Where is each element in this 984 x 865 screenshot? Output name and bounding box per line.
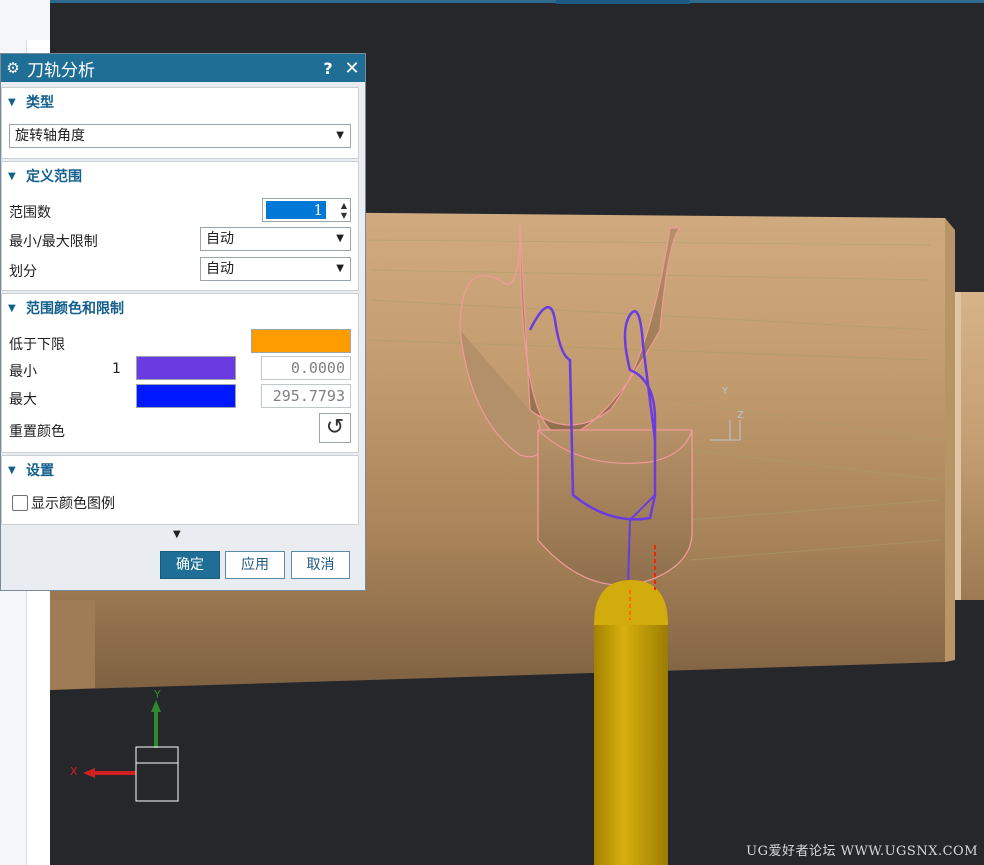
- expand-more-icon[interactable]: ▼: [173, 529, 181, 540]
- minmax-limit-value: 自动: [206, 231, 234, 247]
- show-legend-checkbox[interactable]: [12, 495, 28, 511]
- collapse-triangle-icon: ▼: [8, 96, 16, 108]
- reset-icon: ↺: [325, 415, 345, 440]
- below-limit-color-swatch[interactable]: [251, 329, 351, 353]
- range-section-title: 定义范围: [26, 169, 82, 185]
- division-label: 划分: [9, 264, 37, 280]
- type-section-header[interactable]: ▼ 类型: [2, 88, 358, 116]
- triad-y-label: Y: [154, 688, 161, 701]
- gear-icon: ⚙: [6, 59, 20, 77]
- triad-x-label: X: [70, 765, 78, 778]
- dropdown-arrow-icon: ▼: [336, 233, 344, 244]
- apply-button[interactable]: 应用: [225, 551, 285, 579]
- max-value-field[interactable]: 295.7793: [261, 384, 351, 408]
- colors-section-header[interactable]: ▼ 范围颜色和限制: [2, 294, 358, 322]
- ok-button[interactable]: 确定: [160, 551, 220, 579]
- spin-down-icon[interactable]: ▼: [341, 211, 347, 220]
- division-value: 自动: [206, 261, 234, 277]
- type-section-title: 类型: [26, 95, 54, 111]
- range-section-header[interactable]: ▼ 定义范围: [2, 162, 358, 190]
- settings-section-title: 设置: [26, 463, 54, 479]
- reset-colors-button[interactable]: ↺: [319, 413, 351, 443]
- settings-section-header[interactable]: ▼ 设置: [2, 456, 358, 484]
- help-button[interactable]: ?: [317, 59, 339, 78]
- dropdown-arrow-icon: ▼: [336, 130, 344, 141]
- collapse-triangle-icon: ▼: [8, 464, 16, 476]
- wcs-z-label: Z: [737, 410, 744, 421]
- min-color-swatch[interactable]: [136, 356, 236, 380]
- close-button[interactable]: ✕: [339, 58, 365, 79]
- type-select[interactable]: 旋转轴角度 ▼: [9, 124, 351, 148]
- min-value-field[interactable]: 0.0000: [261, 356, 351, 380]
- settings-section: ▼ 设置 显示颜色图例: [1, 455, 359, 525]
- toolpath-analysis-dialog: ⚙ 刀轨分析 ? ✕ ▼ 类型 旋转轴角度 ▼ ▼ 定义范围 范围数 1 ▲ ▼…: [0, 53, 366, 591]
- range-section: ▼ 定义范围 范围数 1 ▲ ▼ 最小/最大限制 自动 ▼ 划分 自动 ▼: [1, 161, 359, 291]
- cancel-button[interactable]: 取消: [291, 551, 350, 579]
- range-index: 1: [112, 361, 121, 377]
- wcs-y-label: Y: [722, 386, 729, 397]
- dialog-titlebar[interactable]: ⚙ 刀轨分析 ? ✕: [1, 54, 365, 82]
- minmax-limit-label: 最小/最大限制: [9, 234, 98, 250]
- range-count-spinner[interactable]: 1 ▲ ▼: [262, 198, 351, 222]
- collapse-triangle-icon: ▼: [8, 302, 16, 314]
- collapse-triangle-icon: ▼: [8, 170, 16, 182]
- min-label: 最小: [9, 364, 37, 380]
- division-select[interactable]: 自动 ▼: [200, 257, 351, 281]
- below-limit-label: 低于下限: [9, 337, 65, 353]
- dropdown-arrow-icon: ▼: [336, 263, 344, 274]
- range-count-label: 范围数: [9, 205, 51, 221]
- colors-section-title: 范围颜色和限制: [26, 301, 124, 317]
- reset-colors-label: 重置颜色: [9, 424, 65, 440]
- range-count-value[interactable]: 1: [266, 201, 326, 219]
- colors-section: ▼ 范围颜色和限制 低于下限 最小 1 0.0000 最大 295.7793 重…: [1, 293, 359, 453]
- max-color-swatch[interactable]: [136, 384, 236, 408]
- spin-up-icon[interactable]: ▲: [341, 201, 347, 210]
- type-select-value: 旋转轴角度: [15, 128, 85, 144]
- watermark: UG爱好者论坛 WWW.UGSNX.COM: [746, 844, 978, 859]
- type-section: ▼ 类型 旋转轴角度 ▼: [1, 87, 359, 159]
- dialog-title: 刀轨分析: [27, 60, 95, 81]
- show-legend-label[interactable]: 显示颜色图例: [31, 493, 115, 513]
- minmax-limit-select[interactable]: 自动 ▼: [200, 227, 351, 251]
- max-label: 最大: [9, 392, 37, 408]
